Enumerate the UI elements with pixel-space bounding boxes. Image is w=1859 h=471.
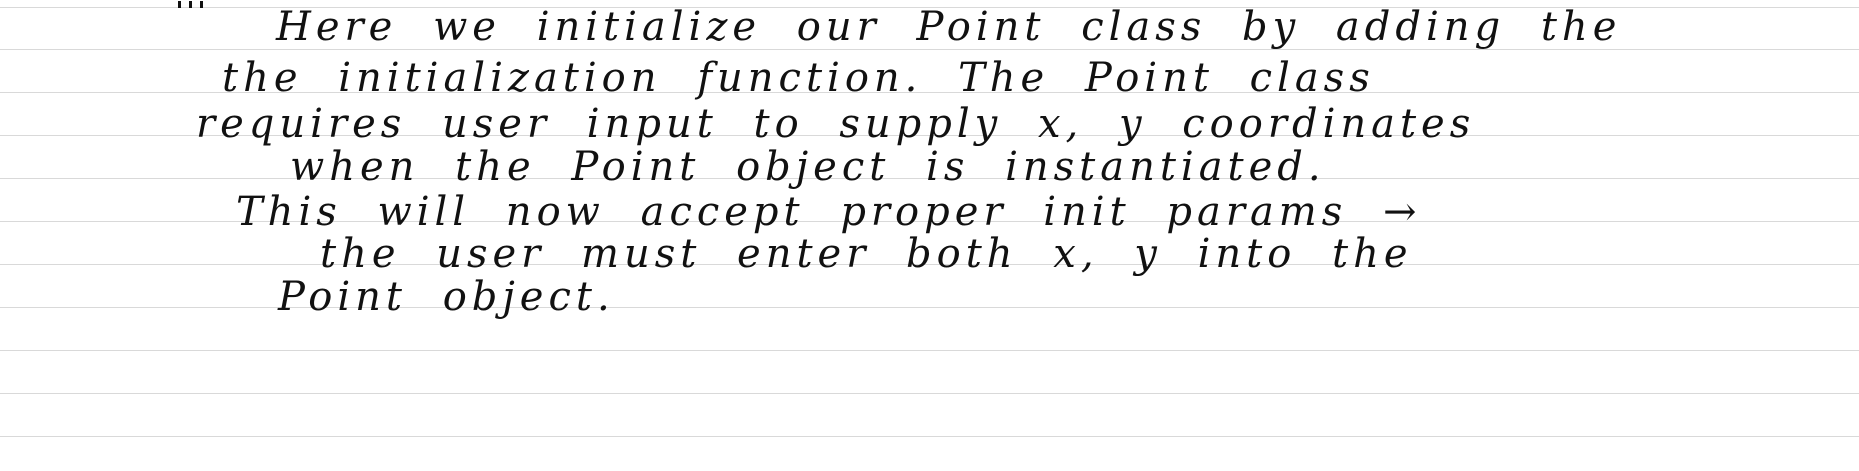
handwritten-line-4: when the Point object is instantiated. — [290, 144, 1326, 190]
handwritten-line-7: Point object. — [278, 274, 615, 320]
rule-line — [0, 393, 1859, 394]
rule-line — [0, 350, 1859, 351]
rule-line — [0, 436, 1859, 437]
handwritten-line-5: This will now accept proper init params … — [236, 189, 1422, 235]
notebook-page: Here we initialize our Point class by ad… — [0, 0, 1859, 471]
stroke-marks — [178, 0, 212, 8]
handwritten-line-1: Here we initialize our Point class by ad… — [276, 4, 1622, 50]
handwritten-line-6: the user must enter both x, y into the — [320, 231, 1413, 277]
handwritten-line-3: requires user input to supply x, y coord… — [196, 101, 1476, 147]
handwritten-line-2: the initialization function. The Point c… — [222, 55, 1375, 101]
